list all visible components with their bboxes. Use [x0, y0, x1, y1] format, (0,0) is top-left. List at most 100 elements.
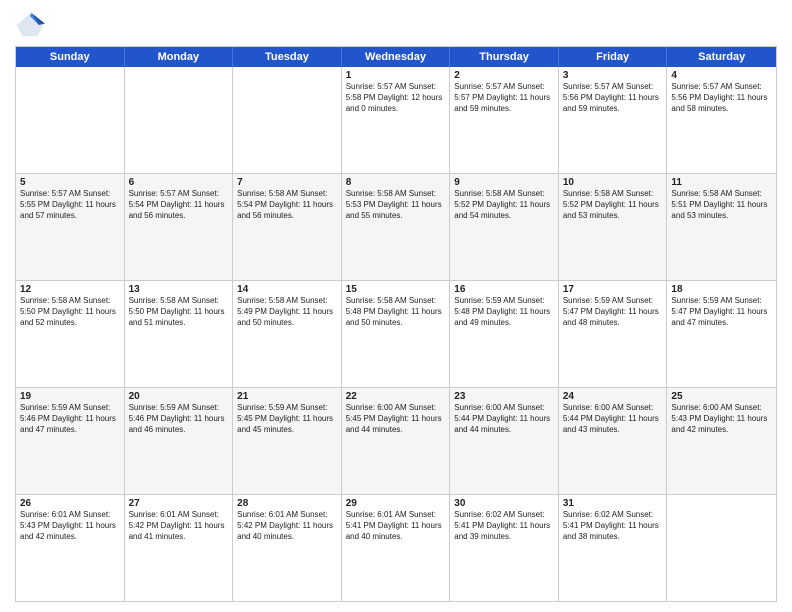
day-info: Sunrise: 5:57 AM Sunset: 5:58 PM Dayligh…	[346, 82, 446, 114]
page: SundayMondayTuesdayWednesdayThursdayFrid…	[0, 0, 792, 612]
calendar-cell: 22Sunrise: 6:00 AM Sunset: 5:45 PM Dayli…	[342, 388, 451, 494]
day-number: 5	[20, 177, 120, 188]
cal-header-day: Monday	[125, 47, 234, 67]
calendar-cell: 1Sunrise: 5:57 AM Sunset: 5:58 PM Daylig…	[342, 67, 451, 173]
calendar-row: 12Sunrise: 5:58 AM Sunset: 5:50 PM Dayli…	[16, 280, 776, 387]
day-number: 19	[20, 391, 120, 402]
cal-header-day: Wednesday	[342, 47, 451, 67]
calendar-cell: 24Sunrise: 6:00 AM Sunset: 5:44 PM Dayli…	[559, 388, 668, 494]
day-info: Sunrise: 5:58 AM Sunset: 5:54 PM Dayligh…	[237, 189, 337, 221]
cal-header-day: Thursday	[450, 47, 559, 67]
day-info: Sunrise: 5:58 AM Sunset: 5:50 PM Dayligh…	[129, 296, 229, 328]
day-number: 20	[129, 391, 229, 402]
day-number: 15	[346, 284, 446, 295]
day-info: Sunrise: 5:58 AM Sunset: 5:51 PM Dayligh…	[671, 189, 772, 221]
day-number: 27	[129, 498, 229, 509]
day-info: Sunrise: 6:00 AM Sunset: 5:44 PM Dayligh…	[563, 403, 663, 435]
day-info: Sunrise: 5:58 AM Sunset: 5:52 PM Dayligh…	[563, 189, 663, 221]
day-number: 14	[237, 284, 337, 295]
day-number: 21	[237, 391, 337, 402]
calendar-cell: 25Sunrise: 6:00 AM Sunset: 5:43 PM Dayli…	[667, 388, 776, 494]
day-number: 23	[454, 391, 554, 402]
logo	[15, 10, 49, 40]
calendar-row: 19 Sunrise: 5:59 AM Sunset: 5:46 PM Dayli…	[16, 387, 776, 494]
day-info: Sunrise: 5:57 AM Sunset: 5:56 PM Dayligh…	[671, 82, 772, 114]
calendar-row: 5Sunrise: 5:57 AM Sunset: 5:55 PM Daylig…	[16, 173, 776, 280]
day-number: 10	[563, 177, 663, 188]
day-info: Sunrise: 5:58 AM Sunset: 5:48 PM Dayligh…	[346, 296, 446, 328]
calendar-cell: 13Sunrise: 5:58 AM Sunset: 5:50 PM Dayli…	[125, 281, 234, 387]
day-number: 1	[346, 70, 446, 81]
day-info: Sunrise: 6:01 AM Sunset: 5:43 PM Dayligh…	[20, 510, 120, 542]
calendar-cell: 27Sunrise: 6:01 AM Sunset: 5:42 PM Dayli…	[125, 495, 234, 601]
day-number: 8	[346, 177, 446, 188]
calendar-cell: 29Sunrise: 6:01 AM Sunset: 5:41 PM Dayli…	[342, 495, 451, 601]
day-info: Sunrise: 5:59 AM Sunset: 5:47 PM Dayligh…	[563, 296, 663, 328]
day-number: 18	[671, 284, 772, 295]
calendar-cell	[125, 67, 234, 173]
day-info: Sunrise: 5:57 AM Sunset: 5:56 PM Dayligh…	[563, 82, 663, 114]
calendar-body: 1Sunrise: 5:57 AM Sunset: 5:58 PM Daylig…	[16, 67, 776, 601]
calendar-cell: 6Sunrise: 5:57 AM Sunset: 5:54 PM Daylig…	[125, 174, 234, 280]
calendar-cell: 5Sunrise: 5:57 AM Sunset: 5:55 PM Daylig…	[16, 174, 125, 280]
calendar-cell	[233, 67, 342, 173]
day-info: Sunrise: 5:57 AM Sunset: 5:55 PM Dayligh…	[20, 189, 120, 221]
calendar-cell: 16Sunrise: 5:59 AM Sunset: 5:48 PM Dayli…	[450, 281, 559, 387]
day-info: Sunrise: 5:59 AM Sunset: 5:46 PM Dayligh…	[129, 403, 229, 435]
day-number: 9	[454, 177, 554, 188]
cal-header-day: Saturday	[667, 47, 776, 67]
day-number: 29	[346, 498, 446, 509]
day-number: 13	[129, 284, 229, 295]
day-number: 22	[346, 391, 446, 402]
calendar: SundayMondayTuesdayWednesdayThursdayFrid…	[15, 46, 777, 602]
day-number: 25	[671, 391, 772, 402]
day-info: Sunrise: 5:59 AM Sunset: 5:45 PM Dayligh…	[237, 403, 337, 435]
calendar-row: 1Sunrise: 5:57 AM Sunset: 5:58 PM Daylig…	[16, 67, 776, 173]
calendar-cell: 17Sunrise: 5:59 AM Sunset: 5:47 PM Dayli…	[559, 281, 668, 387]
day-info: Sunrise: 5:58 AM Sunset: 5:49 PM Dayligh…	[237, 296, 337, 328]
header	[15, 10, 777, 40]
day-info: Sunrise: 5:58 AM Sunset: 5:52 PM Dayligh…	[454, 189, 554, 221]
calendar-cell: 9Sunrise: 5:58 AM Sunset: 5:52 PM Daylig…	[450, 174, 559, 280]
day-info: Sunrise: 6:00 AM Sunset: 5:44 PM Dayligh…	[454, 403, 554, 435]
calendar-cell	[16, 67, 125, 173]
calendar-cell: 28Sunrise: 6:01 AM Sunset: 5:42 PM Dayli…	[233, 495, 342, 601]
day-number: 11	[671, 177, 772, 188]
calendar-cell	[667, 495, 776, 601]
calendar-cell: 15Sunrise: 5:58 AM Sunset: 5:48 PM Dayli…	[342, 281, 451, 387]
calendar-cell: 19Sunrise: 5:59 AM Sunset: 5:46 PM Dayli…	[16, 388, 125, 494]
calendar-cell: 26Sunrise: 6:01 AM Sunset: 5:43 PM Dayli…	[16, 495, 125, 601]
cal-header-day: Sunday	[16, 47, 125, 67]
calendar-cell: 12Sunrise: 5:58 AM Sunset: 5:50 PM Dayli…	[16, 281, 125, 387]
day-number: 31	[563, 498, 663, 509]
day-info: Sunrise: 5:57 AM Sunset: 5:57 PM Dayligh…	[454, 82, 554, 114]
calendar-cell: 18Sunrise: 5:59 AM Sunset: 5:47 PM Dayli…	[667, 281, 776, 387]
cal-header-day: Tuesday	[233, 47, 342, 67]
calendar-cell: 23Sunrise: 6:00 AM Sunset: 5:44 PM Dayli…	[450, 388, 559, 494]
logo-icon	[15, 10, 45, 40]
day-info: Sunrise: 6:02 AM Sunset: 5:41 PM Dayligh…	[454, 510, 554, 542]
day-info: Sunrise: 5:58 AM Sunset: 5:53 PM Dayligh…	[346, 189, 446, 221]
day-info: Sunrise: 5:57 AM Sunset: 5:54 PM Dayligh…	[129, 189, 229, 221]
day-info: Sunrise: 6:01 AM Sunset: 5:42 PM Dayligh…	[237, 510, 337, 542]
day-info: Sunrise: 5:58 AM Sunset: 5:50 PM Dayligh…	[20, 296, 120, 328]
day-info: Sunrise: 6:01 AM Sunset: 5:41 PM Dayligh…	[346, 510, 446, 542]
day-number: 2	[454, 70, 554, 81]
day-info: Sunrise: 6:01 AM Sunset: 5:42 PM Dayligh…	[129, 510, 229, 542]
calendar-header: SundayMondayTuesdayWednesdayThursdayFrid…	[16, 47, 776, 67]
calendar-cell: 3Sunrise: 5:57 AM Sunset: 5:56 PM Daylig…	[559, 67, 668, 173]
calendar-cell: 10Sunrise: 5:58 AM Sunset: 5:52 PM Dayli…	[559, 174, 668, 280]
day-info: Sunrise: 6:00 AM Sunset: 5:45 PM Dayligh…	[346, 403, 446, 435]
day-number: 4	[671, 70, 772, 81]
calendar-cell: 31Sunrise: 6:02 AM Sunset: 5:41 PM Dayli…	[559, 495, 668, 601]
calendar-cell: 21Sunrise: 5:59 AM Sunset: 5:45 PM Dayli…	[233, 388, 342, 494]
day-number: 16	[454, 284, 554, 295]
day-info: Sunrise: 5:59 AM Sunset: 5:47 PM Dayligh…	[671, 296, 772, 328]
day-info: Sunrise: 6:00 AM Sunset: 5:43 PM Dayligh…	[671, 403, 772, 435]
day-info: Sunrise: 5:59 AM Sunset: 5:48 PM Dayligh…	[454, 296, 554, 328]
calendar-cell: 14Sunrise: 5:58 AM Sunset: 5:49 PM Dayli…	[233, 281, 342, 387]
day-number: 17	[563, 284, 663, 295]
day-number: 6	[129, 177, 229, 188]
day-number: 30	[454, 498, 554, 509]
calendar-cell: 8Sunrise: 5:58 AM Sunset: 5:53 PM Daylig…	[342, 174, 451, 280]
